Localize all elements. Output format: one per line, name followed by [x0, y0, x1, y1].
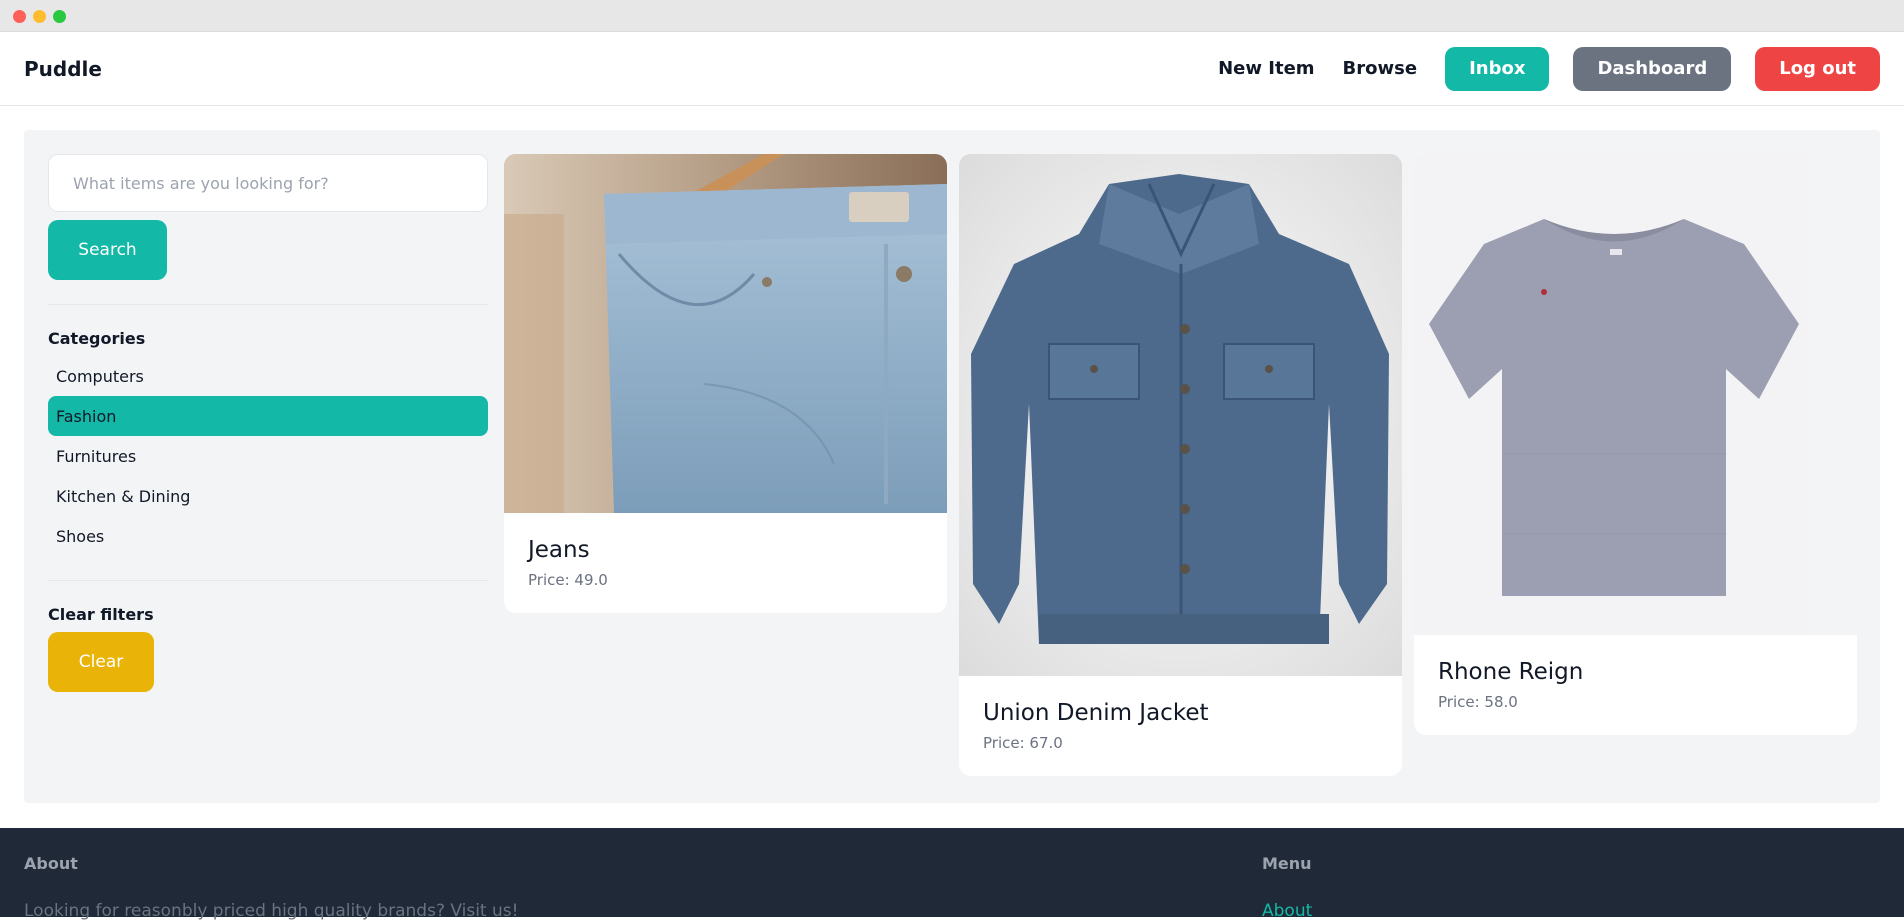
category-item-shoes[interactable]: Shoes: [48, 516, 488, 556]
denim-jacket-image: [959, 154, 1402, 676]
dashboard-button[interactable]: Dashboard: [1573, 46, 1732, 91]
browse-panel: Search Categories Computers Fashion Furn…: [24, 130, 1880, 803]
footer-about-section: About Looking for reasonbly priced high …: [24, 854, 518, 921]
item-card-body: Union Denim Jacket Price: 67.0: [959, 676, 1402, 776]
category-item-kitchen-dining[interactable]: Kitchen & Dining: [48, 476, 488, 516]
item-card-union-denim-jacket[interactable]: Union Denim Jacket Price: 67.0: [959, 154, 1402, 776]
item-card-rhone-reign[interactable]: Rhone Reign Price: 58.0: [1414, 154, 1857, 735]
inbox-button[interactable]: Inbox: [1445, 46, 1550, 91]
item-price: Price: 49.0: [528, 571, 608, 589]
footer-menu-heading: Menu: [1262, 854, 1312, 873]
window-titlebar: [0, 0, 1904, 32]
category-item-computers[interactable]: Computers: [48, 356, 488, 396]
item-card-body: Rhone Reign Price: 58.0: [1414, 635, 1857, 735]
tshirt-image: [1414, 154, 1809, 635]
divider: [48, 304, 488, 305]
item-title: Rhone Reign: [1438, 659, 1584, 685]
categories-heading: Categories: [48, 329, 146, 348]
footer-about-link[interactable]: About: [1262, 901, 1312, 921]
item-price: Price: 58.0: [1438, 693, 1518, 711]
filter-sidebar: Search Categories Computers Fashion Furn…: [48, 154, 488, 692]
item-image[interactable]: [1414, 154, 1857, 635]
nav-new-item-link[interactable]: New Item: [1218, 58, 1314, 79]
close-window-icon[interactable]: [13, 10, 26, 23]
top-navbar: Puddle New Item Browse Inbox Dashboard L…: [0, 32, 1904, 106]
nav-links: New Item Browse Inbox Dashboard Log out: [1190, 46, 1880, 91]
nav-browse-link[interactable]: Browse: [1343, 58, 1418, 79]
minimize-window-icon[interactable]: [33, 10, 46, 23]
maximize-window-icon[interactable]: [53, 10, 66, 23]
category-item-fashion[interactable]: Fashion: [48, 396, 488, 436]
search-button[interactable]: Search: [48, 220, 167, 280]
divider: [48, 580, 488, 581]
clear-filters-heading: Clear filters: [48, 605, 154, 624]
logout-button[interactable]: Log out: [1755, 46, 1880, 91]
item-title: Union Denim Jacket: [983, 700, 1209, 726]
category-list: Computers Fashion Furnitures Kitchen & D…: [48, 356, 488, 556]
item-card-body: Jeans Price: 49.0: [504, 513, 947, 613]
site-footer: About Looking for reasonbly priced high …: [0, 828, 1904, 921]
item-card-jeans[interactable]: Jeans Price: 49.0: [504, 154, 947, 613]
footer-menu-section: Menu About: [1262, 854, 1312, 921]
item-price: Price: 67.0: [983, 734, 1063, 752]
item-image[interactable]: [504, 154, 947, 513]
footer-about-heading: About: [24, 854, 78, 873]
item-title: Jeans: [528, 537, 590, 563]
brand-logo[interactable]: Puddle: [24, 57, 102, 81]
jeans-image: [504, 154, 947, 513]
category-item-furnitures[interactable]: Furnitures: [48, 436, 488, 476]
footer-about-text: Looking for reasonbly priced high qualit…: [24, 901, 519, 921]
clear-button[interactable]: Clear: [48, 632, 154, 692]
search-input[interactable]: [48, 154, 488, 212]
item-image[interactable]: [959, 154, 1402, 676]
